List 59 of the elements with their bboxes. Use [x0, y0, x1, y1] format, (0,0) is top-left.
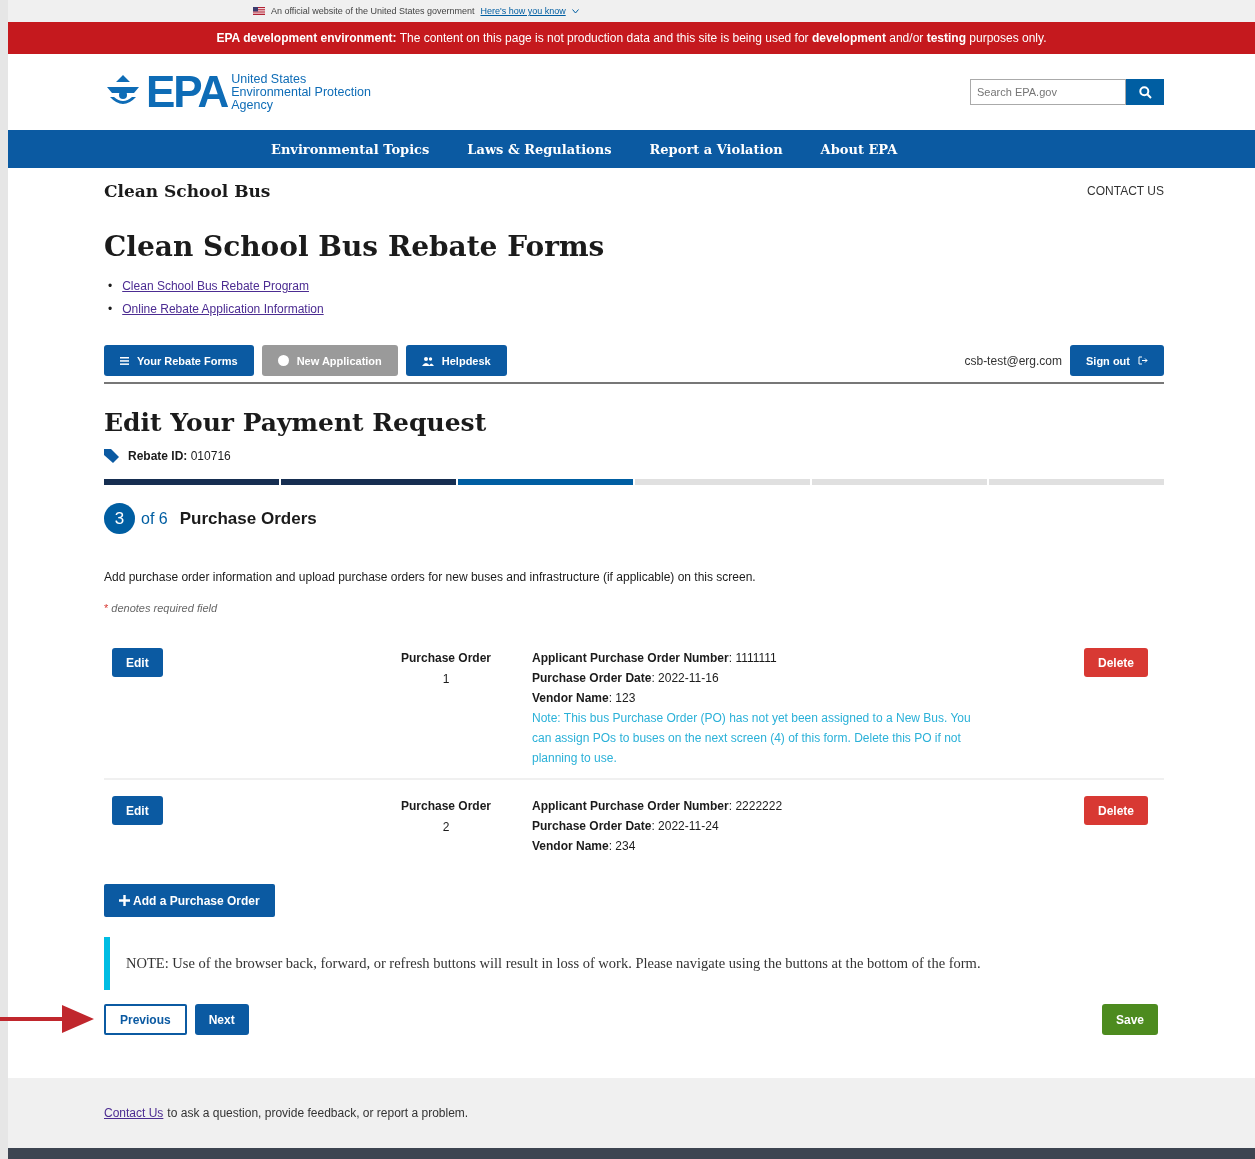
footer-text: to ask a question, provide feedback, or report a problem.	[167, 1106, 469, 1120]
required-note: * denotes required field	[104, 602, 219, 614]
contact-us-link[interactable]: CONTACT US	[1087, 184, 1164, 198]
edit-button[interactable]: Edit	[112, 648, 163, 677]
epa-logo-text: EPA	[146, 67, 228, 117]
sign-out-icon	[1138, 356, 1148, 365]
po-field: Applicant Purchase Order Number: 1111111	[532, 648, 1068, 668]
save-button[interactable]: Save	[1101, 1004, 1158, 1035]
program-link[interactable]: Online Rebate Application Information	[122, 298, 324, 321]
sign-out-button[interactable]: Sign out	[1070, 345, 1164, 376]
add-purchase-order-button[interactable]: Add a Purchase Order	[104, 884, 275, 917]
list-icon	[120, 356, 129, 365]
delete-button[interactable]: Delete	[1083, 796, 1148, 825]
search-field[interactable]: Search EPA.gov	[970, 79, 1126, 105]
user-email: csb-test@erg.com	[964, 353, 1062, 368]
nav-item[interactable]: About EPA	[820, 141, 898, 157]
form-title: Edit Your Payment Request	[104, 408, 488, 437]
dev-environment-text: EPA development environment: The content on this page is not production data and this site is being used for development and/or testing purposes only.	[216, 31, 1047, 45]
nav-item[interactable]: Report a Violation	[649, 141, 783, 157]
rebate-id: Rebate ID: 010716	[128, 449, 231, 463]
tag-icon	[104, 449, 120, 463]
delete-button[interactable]: Delete	[1083, 648, 1148, 677]
po-field: Vendor Name: 123	[532, 688, 1068, 708]
contact-us-link[interactable]: Contact Us	[104, 1106, 164, 1120]
page-title: Clean School Bus Rebate Forms	[104, 230, 606, 263]
nav-item[interactable]: Environmental Topics	[271, 141, 430, 157]
po-heading: Purchase Order	[400, 798, 491, 815]
po-number: 2	[442, 819, 450, 836]
next-button[interactable]: Next	[194, 1004, 249, 1035]
gov-banner-link[interactable]: Here's how you know	[480, 6, 566, 16]
step-title: Purchase Orders	[179, 508, 317, 529]
po-field: Applicant Purchase Order Number: 2222222	[532, 796, 1068, 816]
intro-text: Add purchase order information and upload purchase orders for new buses and infrastructure (if applicable) on this screen.	[104, 570, 757, 584]
po-field: Purchase Order Date: 2022-11-24	[532, 816, 1068, 836]
toolbar-button[interactable]: Your Rebate Forms	[104, 345, 254, 376]
nav-item[interactable]: Laws & Regulations	[467, 141, 612, 157]
chevron-down-icon[interactable]	[571, 8, 579, 14]
plus-icon	[119, 895, 130, 906]
us-flag-icon	[253, 7, 265, 15]
gov-banner-text: An official website of the United States government	[271, 6, 475, 16]
people-icon	[421, 355, 434, 366]
navigation-notice: NOTE: Use of the browser back, forward, or refresh buttons will result in loss of work. Please navigate using the buttons at the bottom of the form.	[104, 937, 1164, 990]
previous-button[interactable]: Previous	[104, 1004, 187, 1035]
po-heading: Purchase Order	[400, 650, 491, 667]
edit-button[interactable]: Edit	[112, 796, 163, 825]
toolbar-button[interactable]: Helpdesk	[405, 345, 507, 376]
agency-name: United States Environmental Protection Agency	[231, 72, 371, 112]
step-number: 3	[104, 503, 135, 534]
site-title: Clean School Bus	[104, 181, 271, 201]
po-note: Note: This bus Purchase Order (PO) has not yet been assigned to a New Bus. You can assign POs to buses on the next screen (4) of this form. Delete this PO if not planning to use.	[532, 710, 972, 767]
search-button[interactable]	[1126, 79, 1164, 105]
bullet: •	[108, 278, 113, 295]
bullet: •	[108, 301, 113, 318]
po-number: 1	[442, 671, 450, 688]
step-count: of 6	[141, 509, 168, 528]
po-field: Vendor Name: 234	[532, 836, 1068, 856]
po-field: Purchase Order Date: 2022-11-16	[532, 668, 1068, 688]
program-link[interactable]: Clean School Bus Rebate Program	[122, 275, 309, 298]
search-icon	[1138, 85, 1152, 99]
